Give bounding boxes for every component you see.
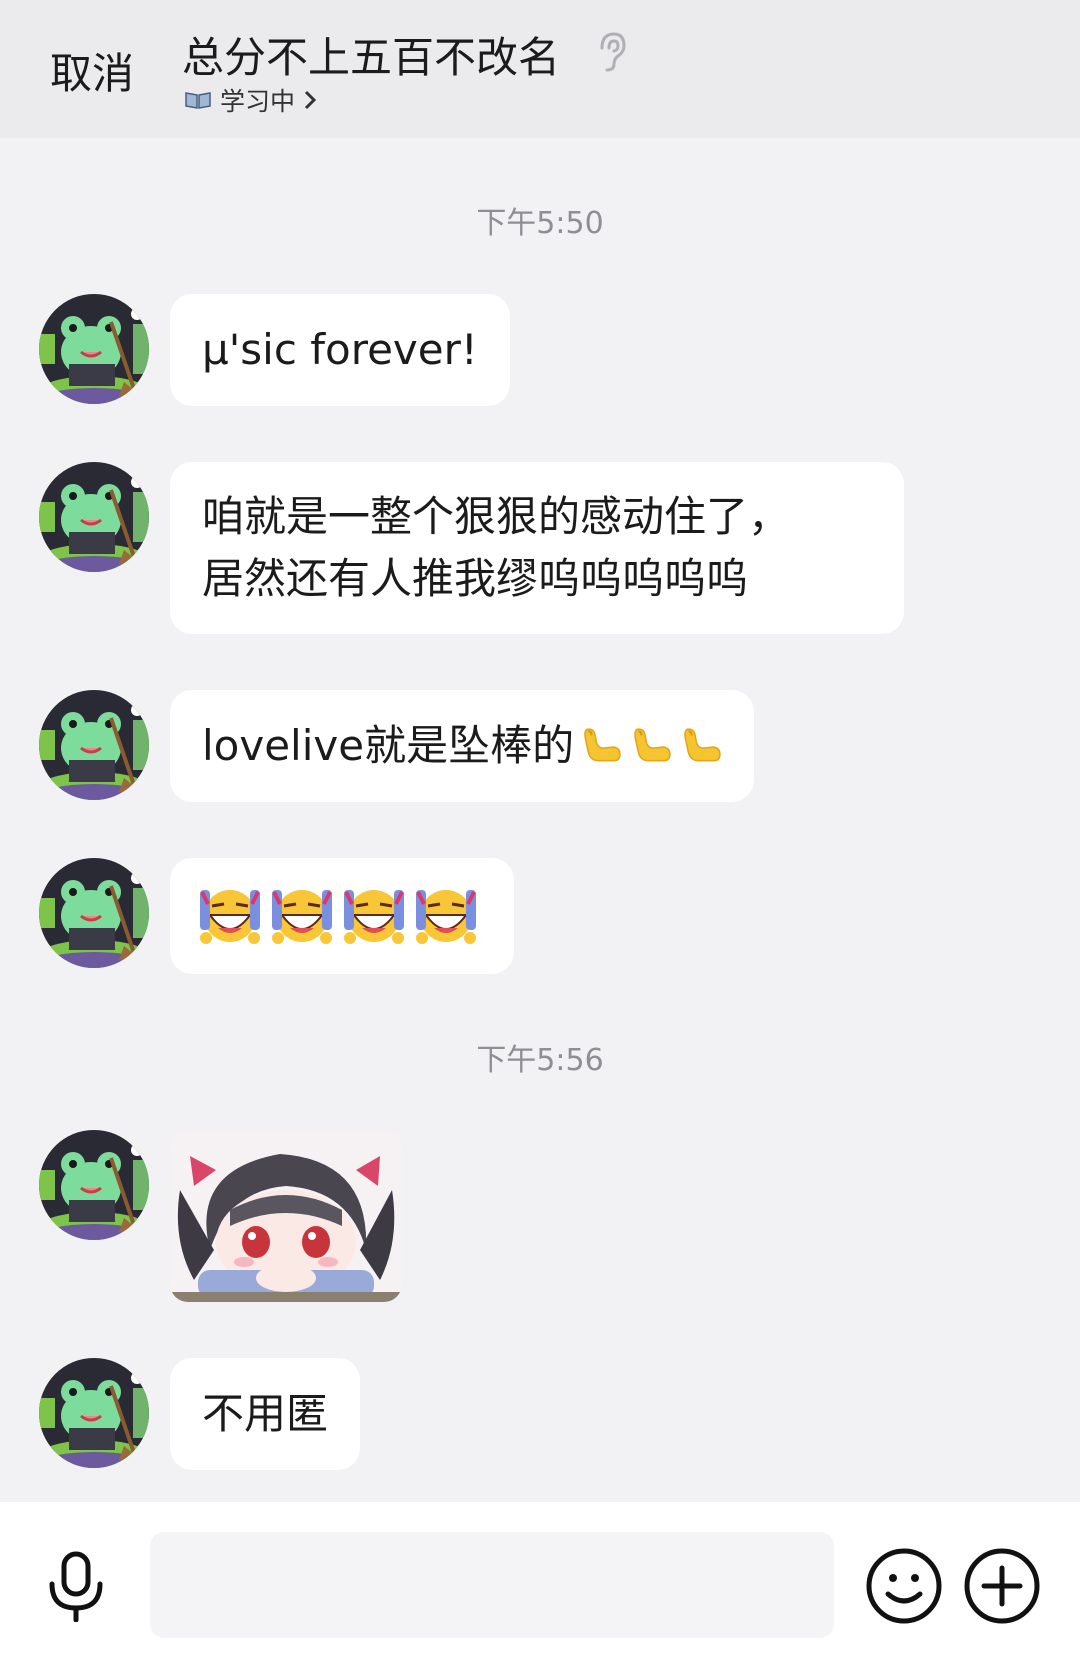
message-text-line: 咱就是一整个狠狠的感动住了， [202, 492, 791, 541]
avatar[interactable] [39, 1358, 149, 1468]
microphone-icon[interactable] [44, 1550, 108, 1622]
flexed-biceps-icon [680, 725, 722, 767]
status-text: 学习中 [220, 87, 296, 116]
book-icon [185, 92, 211, 109]
message-text: μ'sic forever! [202, 325, 478, 374]
message-bubble[interactable]: 咱就是一整个狠狠的感动住了， 居然还有人推我缪呜呜呜呜呜 [170, 462, 904, 634]
message-bubble[interactable]: 不用匿 [170, 1358, 361, 1470]
plus-circle-icon[interactable] [962, 1546, 1042, 1626]
ear-icon[interactable] [594, 30, 628, 72]
frog-avatar-image [39, 1130, 149, 1240]
emoji-group [580, 725, 722, 767]
sticker-message[interactable] [170, 1130, 402, 1302]
smiley-icon[interactable] [864, 1546, 944, 1626]
avatar[interactable] [39, 1130, 149, 1240]
emoji-group [198, 884, 478, 948]
chat-title: 总分不上五百不改名 [182, 33, 561, 82]
flexed-biceps-icon [580, 725, 622, 767]
message-text: 不用匿 [202, 1389, 329, 1438]
flexed-biceps-icon [630, 725, 672, 767]
chevron-right-icon [304, 90, 317, 110]
rolling-laughing-icon [270, 884, 334, 948]
rolling-laughing-icon [414, 884, 478, 948]
avatar[interactable] [39, 294, 149, 404]
message-text: lovelive就是坠棒的 [202, 721, 575, 770]
timestamp: 下午5:56 [476, 1043, 604, 1078]
message-bubble[interactable]: lovelive就是坠棒的 [170, 690, 755, 802]
timestamp: 下午5:50 [476, 206, 604, 241]
message-bubble[interactable] [170, 858, 514, 974]
avatar[interactable] [39, 858, 149, 968]
chat-header: 取消 总分不上五百不改名 学习中 [0, 0, 1080, 138]
frog-avatar-image [39, 462, 149, 572]
input-bar [0, 1502, 1080, 1666]
status-indicator[interactable]: 学习中 [184, 82, 317, 118]
message-text-line: 居然还有人推我缪呜呜呜呜呜 [202, 554, 749, 603]
avatar[interactable] [39, 462, 149, 572]
anime-girl-sticker-icon [170, 1130, 402, 1302]
cancel-button[interactable]: 取消 [50, 40, 134, 101]
frog-avatar-image [39, 294, 149, 404]
rolling-laughing-icon [198, 884, 262, 948]
frog-avatar-image [39, 1358, 149, 1468]
frog-avatar-image [39, 858, 149, 968]
message-bubble[interactable]: μ'sic forever! [170, 294, 510, 406]
avatar[interactable] [39, 690, 149, 800]
message-input[interactable] [150, 1532, 834, 1638]
rolling-laughing-icon [342, 884, 406, 948]
frog-avatar-image [39, 690, 149, 800]
